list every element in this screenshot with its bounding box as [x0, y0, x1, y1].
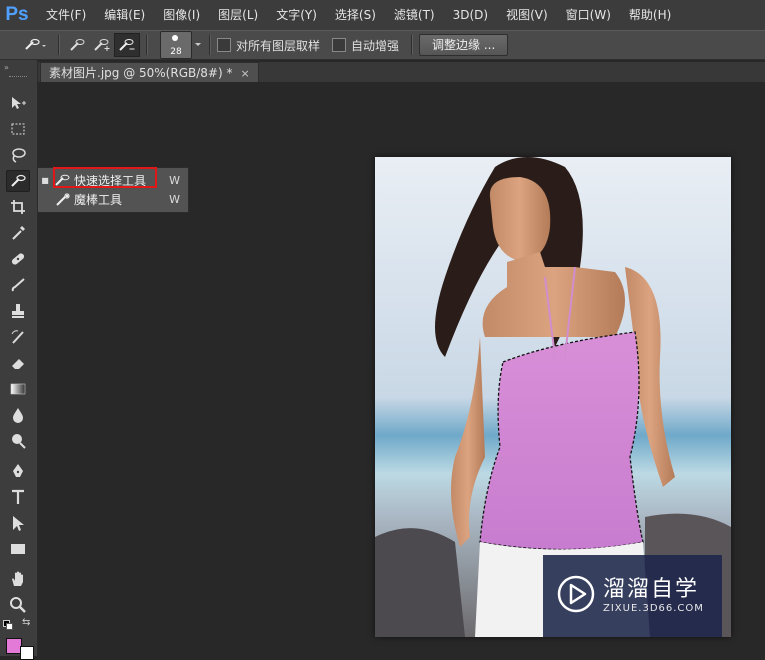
tool-preset-picker[interactable]	[18, 34, 52, 56]
quick-selection-icon	[11, 174, 26, 187]
options-bar: 28 对所有图层取样 自动增强 调整边缘 ...	[0, 30, 765, 60]
healing-brush-tool[interactable]	[6, 248, 30, 270]
rectangle-marquee-icon	[11, 123, 25, 135]
brush-subtract-selection-icon	[119, 39, 135, 51]
menu-window[interactable]: 窗口(W)	[560, 0, 617, 30]
annotation-highlight-box	[53, 167, 157, 188]
brush-size-dropdown[interactable]	[193, 34, 203, 56]
path-selection-icon	[13, 516, 24, 531]
menu-image[interactable]: 图像(I)	[157, 0, 206, 30]
flyout-item-shortcut: W	[169, 173, 180, 187]
flyout-item-shortcut: W	[169, 192, 180, 206]
move-icon	[12, 97, 26, 109]
magnifier-icon	[10, 597, 26, 613]
close-icon[interactable]: ×	[240, 67, 249, 80]
sample-all-layers-checkbox[interactable]	[217, 38, 231, 52]
menu-layer[interactable]: 图层(L)	[212, 0, 264, 30]
hand-tool[interactable]	[6, 568, 30, 590]
menu-3d[interactable]: 3D(D)	[447, 0, 494, 30]
brush-add-selection-icon	[94, 39, 110, 51]
separator	[146, 35, 148, 55]
water-drop-icon	[13, 408, 23, 423]
rectangle-icon	[11, 544, 25, 554]
flyout-item-label: 魔棒工具	[74, 192, 123, 207]
path-selection-tool[interactable]	[6, 512, 30, 534]
swap-colors-icon[interactable]: ⇆	[22, 617, 30, 628]
toolbox-grip[interactable]	[9, 76, 27, 79]
menu-filter[interactable]: 滤镜(T)	[388, 0, 441, 30]
menu-edit[interactable]: 编辑(E)	[98, 0, 151, 30]
brush-new-selection-icon	[70, 39, 85, 51]
add-to-selection-button[interactable]	[90, 34, 114, 56]
shape-tool[interactable]	[6, 538, 30, 560]
menu-file[interactable]: 文件(F)	[40, 0, 92, 30]
quick-selection-icon	[25, 38, 46, 50]
dodge-tool[interactable]	[6, 430, 30, 452]
gradient-tool[interactable]	[6, 378, 30, 400]
menu-help[interactable]: 帮助(H)	[623, 0, 677, 30]
menu-type[interactable]: 文字(Y)	[270, 0, 323, 30]
history-brush-tool[interactable]	[6, 326, 30, 348]
lasso-tool[interactable]	[6, 144, 30, 166]
flyout-item-magic-wand[interactable]: 魔棒工具 W	[38, 189, 188, 209]
background-color-swatch[interactable]	[20, 646, 34, 660]
pen-icon	[13, 464, 23, 477]
clone-stamp-tool[interactable]	[6, 300, 30, 322]
pen-tool[interactable]	[6, 460, 30, 482]
gradient-icon	[10, 383, 26, 395]
type-tool[interactable]	[6, 486, 30, 508]
type-icon	[12, 489, 24, 504]
new-selection-button[interactable]	[66, 34, 90, 56]
document-tab-bar: 素材图片.jpg @ 50%(RGB/8#) * ×	[38, 62, 765, 83]
marquee-tool[interactable]	[6, 118, 30, 140]
blur-tool[interactable]	[6, 404, 30, 426]
crop-tool[interactable]	[6, 196, 30, 218]
dodge-icon	[12, 434, 26, 449]
watermark: 溜溜自学 ZIXUE.3D66.COM	[543, 555, 722, 637]
brush-tip-icon	[172, 35, 178, 41]
separator	[411, 35, 414, 55]
eraser-tool[interactable]	[6, 352, 30, 374]
menu-select[interactable]: 选择(S)	[329, 0, 382, 30]
document-tab-title: 素材图片.jpg @ 50%(RGB/8#) *	[49, 66, 233, 80]
eyedropper-tool[interactable]	[6, 222, 30, 244]
collapse-toolbox-icon[interactable]: »	[4, 63, 9, 72]
crop-icon	[11, 200, 25, 214]
toolbox: » ⇆	[0, 60, 38, 656]
hand-icon	[12, 571, 23, 586]
brush-icon	[11, 278, 25, 292]
auto-enhance-checkbox[interactable]	[332, 38, 347, 52]
selected-bullet-icon: ■	[41, 175, 49, 185]
eraser-icon	[12, 359, 24, 369]
lasso-icon	[12, 148, 26, 163]
brush-size-picker[interactable]: 28	[160, 31, 192, 59]
watermark-logo-icon	[557, 575, 595, 613]
move-tool[interactable]	[6, 92, 30, 114]
refine-edge-button[interactable]: 调整边缘 ...	[419, 34, 509, 56]
chevron-down-icon	[195, 43, 201, 46]
eyedropper-icon	[12, 226, 25, 240]
menu-bar: Ps 文件(F) 编辑(E) 图像(I) 图层(L) 文字(Y) 选择(S) 滤…	[0, 0, 765, 30]
quick-selection-tool[interactable]	[6, 170, 30, 192]
watermark-title: 溜溜自学	[603, 577, 700, 602]
bandage-icon	[11, 253, 25, 265]
auto-enhance-label: 自动增强	[351, 38, 400, 53]
document-tab[interactable]: 素材图片.jpg @ 50%(RGB/8#) * ×	[40, 62, 259, 83]
default-colors-icon[interactable]	[3, 620, 13, 630]
history-brush-icon	[11, 330, 24, 344]
photoshop-logo: Ps	[5, 4, 29, 25]
separator	[58, 35, 60, 55]
brush-tool[interactable]	[6, 274, 30, 296]
watermark-url: ZIXUE.3D66.COM	[603, 603, 704, 614]
separator	[209, 35, 211, 55]
zoom-tool[interactable]	[6, 594, 30, 616]
subtract-from-selection-button[interactable]	[114, 33, 140, 57]
sample-all-layers-label: 对所有图层取样	[236, 38, 321, 53]
menu-view[interactable]: 视图(V)	[500, 0, 554, 30]
brush-size-value: 28	[170, 47, 182, 57]
magic-wand-icon	[52, 192, 74, 206]
stamp-icon	[12, 304, 24, 318]
